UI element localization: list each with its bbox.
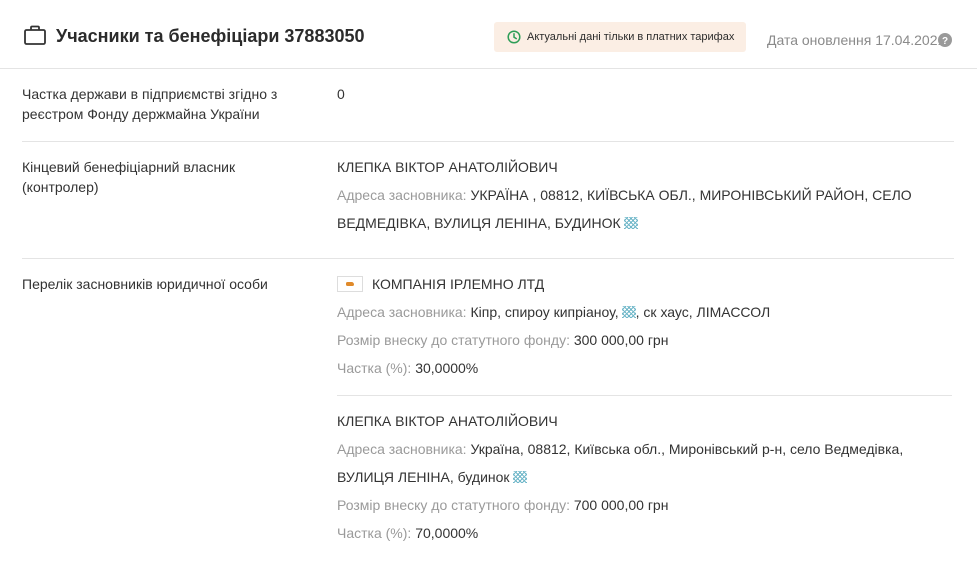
cyprus-flag-icon bbox=[337, 276, 363, 292]
beneficiary-address: Адреса засновника: УКРАЇНА , 08812, КИЇВ… bbox=[337, 181, 952, 209]
badge-text: Актуальні дані тільки в платних тарифах bbox=[527, 31, 735, 43]
beneficiary-label: Кінцевий бенефіціарний власник (контроле… bbox=[22, 159, 236, 195]
share-value: 70,0000% bbox=[415, 525, 479, 541]
hidden-data-icon bbox=[623, 217, 638, 229]
svg-text:?: ? bbox=[942, 36, 948, 47]
section-title: Учасники та бенефіціари 37883050 bbox=[56, 26, 365, 46]
beneficiary-address-cont: ВЕДМЕДІВКА, ВУЛИЦЯ ЛЕНІНА, БУДИНОК bbox=[337, 209, 952, 237]
share-value: 30,0000% bbox=[415, 360, 479, 376]
paid-data-badge[interactable]: Актуальні дані тільки в платних тарифах bbox=[494, 22, 747, 52]
founder-name: КОМПАНІЯ ІРЛЕМНО ЛТД bbox=[372, 276, 545, 292]
state-share-row: Частка держави в підприємстві згідно з р… bbox=[22, 84, 954, 142]
founders-divider bbox=[337, 395, 952, 396]
briefcase-icon bbox=[24, 25, 46, 45]
address-text: ВЕДМЕДІВКА, ВУЛИЦЯ ЛЕНІНА, БУДИНОК bbox=[337, 215, 621, 231]
state-share-value: 0 bbox=[337, 86, 345, 102]
capital-value: 700 000,00 грн bbox=[573, 497, 669, 513]
hidden-data-icon bbox=[621, 306, 636, 318]
address-text: , ск хаус, ЛІМАССОЛ bbox=[635, 304, 771, 320]
address-label: Адреса засновника: bbox=[337, 187, 467, 203]
update-date: Дата оновлення 17.04.2021 bbox=[767, 32, 946, 48]
founder-address-cont: ВУЛИЦЯ ЛЕНІНА, будинок bbox=[337, 463, 952, 491]
founder-address: Адреса засновника: Україна, 08812, Київс… bbox=[337, 435, 952, 463]
beneficiary-row: Кінцевий бенефіціарний власник (контроле… bbox=[22, 157, 954, 259]
address-label: Адреса засновника: bbox=[337, 304, 467, 320]
clock-icon bbox=[507, 30, 521, 44]
founders-row: Перелік засновників юридичної особи КОМП… bbox=[22, 274, 954, 564]
address-label: Адреса засновника: bbox=[337, 441, 467, 457]
share-label: Частка (%): bbox=[337, 360, 412, 376]
founder-name-line: КОМПАНІЯ ІРЛЕМНО ЛТД bbox=[337, 270, 952, 298]
state-share-label: Частка держави в підприємстві згідно з р… bbox=[22, 86, 278, 122]
founder-item: КЛЕПКА ВІКТОР АНАТОЛІЙОВИЧ Адреса заснов… bbox=[337, 407, 952, 547]
help-icon[interactable]: ? bbox=[938, 33, 952, 47]
founder-share: Частка (%): 70,0000% bbox=[337, 519, 952, 547]
founder-capital: Розмір внеску до статутного фонду: 300 0… bbox=[337, 326, 952, 354]
address-text: ВУЛИЦЯ ЛЕНІНА, будинок bbox=[337, 469, 510, 485]
address-text: УКРАЇНА , 08812, КИЇВСЬКА ОБЛ., МИРОНІВС… bbox=[470, 187, 912, 203]
capital-value: 300 000,00 грн bbox=[573, 332, 669, 348]
capital-label: Розмір внеску до статутного фонду: bbox=[337, 497, 570, 513]
section-header: Учасники та бенефіціари 37883050 Актуаль… bbox=[0, 0, 977, 69]
founder-name: КЛЕПКА ВІКТОР АНАТОЛІЙОВИЧ bbox=[337, 413, 558, 429]
capital-label: Розмір внеску до статутного фонду: bbox=[337, 332, 570, 348]
founders-label: Перелік засновників юридичної особи bbox=[22, 276, 268, 292]
address-text: Україна, 08812, Київська обл., Миронівсь… bbox=[470, 441, 904, 457]
beneficiary-block: КЛЕПКА ВІКТОР АНАТОЛІЙОВИЧ Адреса заснов… bbox=[337, 153, 952, 237]
beneficiary-name: КЛЕПКА ВІКТОР АНАТОЛІЙОВИЧ bbox=[337, 159, 558, 175]
founder-address: Адреса засновника: Кіпр, спироу кипріано… bbox=[337, 298, 952, 326]
hidden-data-icon bbox=[512, 471, 527, 483]
share-label: Частка (%): bbox=[337, 525, 412, 541]
founder-item: КОМПАНІЯ ІРЛЕМНО ЛТД Адреса засновника: … bbox=[337, 270, 952, 382]
founder-share: Частка (%): 30,0000% bbox=[337, 354, 952, 382]
address-text: Кіпр, спироу кипріаноу, bbox=[470, 304, 619, 320]
founder-capital: Розмір внеску до статутного фонду: 700 0… bbox=[337, 491, 952, 519]
